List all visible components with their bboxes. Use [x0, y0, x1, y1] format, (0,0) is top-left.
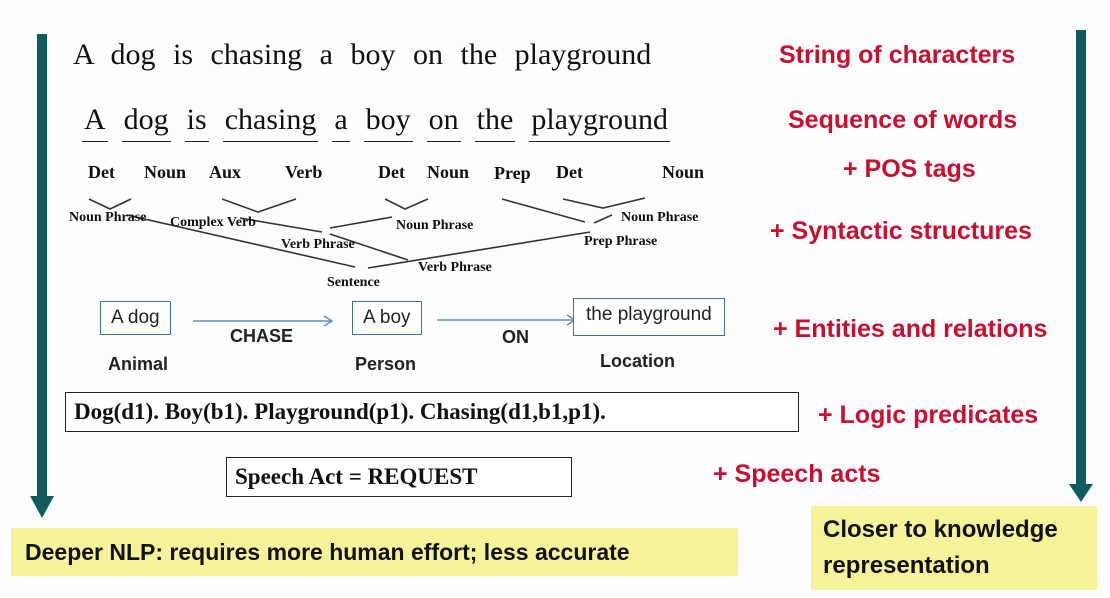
- right-depth-arrow: [1069, 30, 1093, 502]
- entity-box: A dog: [100, 301, 171, 335]
- word-token: boy: [363, 103, 413, 142]
- level-label: String of characters: [779, 41, 1016, 69]
- entity-type: Person: [355, 354, 417, 374]
- parse-tree-edges: [88, 197, 646, 269]
- pos-tag: Noun: [662, 162, 705, 182]
- word-token: dog: [121, 103, 171, 142]
- level-label: + Syntactic structures: [770, 217, 1032, 245]
- phrase-label: Complex Verb: [170, 215, 256, 230]
- word-token: the: [474, 103, 516, 142]
- word-token: playground: [529, 103, 670, 142]
- phrase-label: Verb Phrase: [281, 237, 355, 252]
- phrase-label: Noun Phrase: [396, 218, 474, 233]
- word-token: on: [426, 103, 461, 142]
- entity-type: Animal: [108, 354, 169, 374]
- phrase-label: Verb Phrase: [418, 260, 492, 275]
- pos-tag: Det: [556, 162, 583, 182]
- pos-tag: Verb: [285, 162, 323, 182]
- left-depth-arrow: [30, 34, 54, 518]
- entity-box: A boy: [352, 301, 422, 335]
- character-string: A dog is chasing a boy on the playground: [73, 38, 652, 71]
- pos-tag: Aux: [209, 162, 242, 182]
- word-token: is: [184, 103, 209, 142]
- level-label: + Entities and relations: [773, 315, 1048, 343]
- phrase-label: Sentence: [327, 275, 380, 290]
- phrase-label: Prep Phrase: [584, 234, 658, 249]
- level-label: + POS tags: [843, 155, 976, 183]
- level-label: + Logic predicates: [818, 401, 1039, 429]
- relation-label: CHASE: [230, 326, 294, 346]
- word-sequence: A dog is chasing a boy on the playground: [82, 103, 670, 142]
- entity-box: the playground: [573, 298, 725, 336]
- deeper-nlp-note: Deeper NLP: requires more human effort; …: [11, 528, 738, 576]
- phrase-label: Noun Phrase: [69, 210, 147, 225]
- level-label: + Speech acts: [713, 460, 881, 488]
- pos-tag: Det: [378, 162, 405, 182]
- word-token: A: [82, 103, 108, 142]
- pos-tag: Noun: [144, 162, 187, 182]
- pos-tag: Noun: [427, 162, 470, 182]
- speech-act-box: Speech Act = REQUEST: [226, 457, 572, 497]
- relation-label: ON: [502, 327, 529, 347]
- pos-tag: Det: [88, 162, 115, 182]
- knowledge-representation-note: Closer to knowledge representation: [811, 506, 1097, 590]
- word-token: chasing: [222, 103, 319, 142]
- word-token: a: [332, 103, 350, 142]
- level-label: Sequence of words: [788, 106, 1018, 134]
- phrase-label: Noun Phrase: [621, 210, 699, 225]
- pos-tag: Prep: [494, 163, 531, 183]
- logic-predicates-box: Dog(d1). Boy(b1). Playground(p1). Chasin…: [65, 392, 799, 432]
- entity-type: Location: [600, 351, 675, 371]
